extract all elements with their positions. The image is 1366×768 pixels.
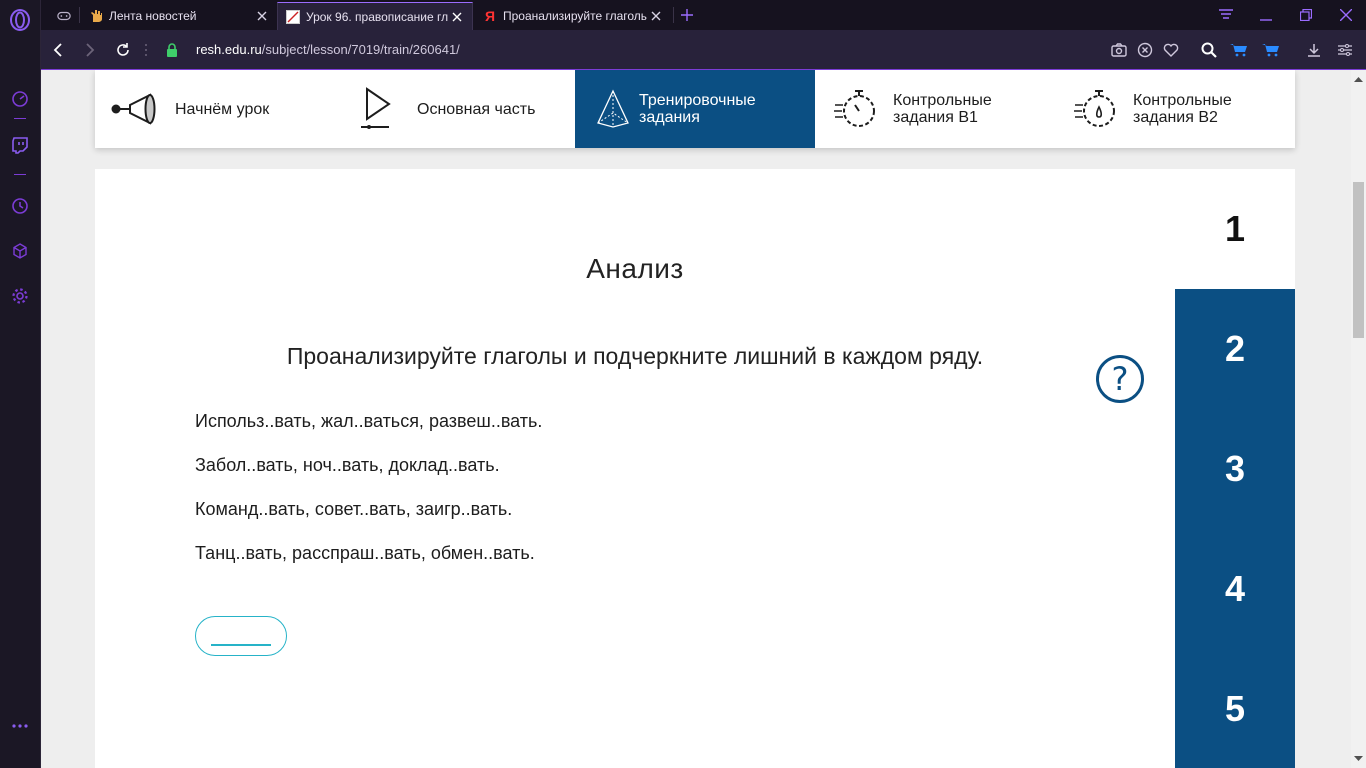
- lesson-nav-label: Контрольные задания В2: [1133, 92, 1232, 126]
- lesson-nav-control-b1[interactable]: Контрольные задания В1: [829, 70, 1059, 148]
- verb-row-1[interactable]: Использ..вать, жал..ваться, развеш..вать…: [195, 411, 542, 432]
- play-video-icon: [353, 87, 405, 131]
- tab-lesson-96[interactable]: Урок 96. правописание гл: [277, 2, 473, 30]
- lesson-nav-label: Начнём урок: [175, 100, 270, 118]
- address-toolbar: resh.edu.ru/subject/lesson/7019/train/26…: [41, 30, 1366, 70]
- scrollbar-thumb[interactable]: [1353, 182, 1364, 338]
- lesson-navigation: Начнём урок Основная часть Тренировочные…: [95, 70, 1295, 148]
- stopwatch-flame-icon: [1069, 87, 1121, 131]
- step-5[interactable]: 5: [1175, 649, 1295, 768]
- heart-bookmark-icon[interactable]: [1161, 40, 1181, 60]
- lesson-favicon-icon: [286, 9, 300, 24]
- settings-gear-icon[interactable]: [8, 284, 32, 308]
- secure-lock-icon[interactable]: [162, 40, 182, 60]
- task-title: Анализ: [586, 253, 684, 284]
- verb-row-3[interactable]: Команд..вать, совет..вать, заигр..вать.: [195, 499, 512, 520]
- scroll-up-arrow-icon[interactable]: [1354, 74, 1363, 83]
- opera-sidebar: [0, 0, 41, 768]
- history-icon[interactable]: [8, 194, 32, 218]
- lesson-nav-start[interactable]: Начнём урок: [111, 70, 335, 148]
- snapshot-camera-icon[interactable]: [1109, 40, 1129, 60]
- search-zoom-icon[interactable]: [1199, 40, 1219, 60]
- task-steps: 1 2 3 4 5: [1175, 169, 1295, 768]
- window-close-icon[interactable]: [1336, 5, 1356, 25]
- news-hand-icon: [89, 9, 103, 23]
- tab-strip: Лента новостей Урок 96. правописание гл …: [41, 0, 1366, 30]
- scroll-down-arrow-icon[interactable]: [1354, 754, 1363, 763]
- tab-title: Урок 96. правописание гл: [306, 9, 449, 24]
- new-tab-plus-icon[interactable]: [677, 5, 697, 25]
- stopwatch-icon: [829, 87, 881, 131]
- tab-yandex-search[interactable]: Я Проанализируйте глаголы: [475, 2, 671, 30]
- page-viewport: Начнём урок Основная часть Тренировочные…: [41, 70, 1351, 768]
- reload-icon[interactable]: [113, 40, 133, 60]
- restore-icon[interactable]: [1296, 5, 1316, 25]
- lesson-nav-label: Основная часть: [417, 100, 536, 118]
- drag-handle-icon: [136, 40, 156, 60]
- megaphone-icon: [111, 87, 163, 131]
- gamepad-icon: [57, 9, 71, 23]
- check-answer-button[interactable]: [195, 616, 287, 656]
- close-icon[interactable]: [450, 10, 464, 24]
- lesson-nav-training[interactable]: Тренировочные задания: [575, 70, 815, 148]
- easy-setup-icon[interactable]: [1335, 40, 1355, 60]
- verb-row-4[interactable]: Танц..вать, расспраш..вать, обмен..вать.: [195, 543, 535, 564]
- tab-title: Лента новостей: [109, 9, 197, 23]
- download-icon[interactable]: [1304, 40, 1324, 60]
- pyramid-icon: [587, 87, 639, 131]
- yandex-icon: Я: [484, 8, 496, 24]
- url-field[interactable]: resh.edu.ru/subject/lesson/7019/train/26…: [196, 42, 460, 57]
- minimize-icon[interactable]: [1256, 5, 1276, 25]
- extensions-cube-icon[interactable]: [8, 239, 32, 263]
- tab-gx-games[interactable]: [49, 2, 79, 30]
- help-question-icon[interactable]: ?: [1096, 355, 1144, 403]
- verb-row-2[interactable]: Забол..вать, ноч..вать, доклад..вать.: [195, 455, 500, 476]
- lesson-nav-main[interactable]: Основная часть: [353, 70, 575, 148]
- ad-block-icon[interactable]: [1135, 40, 1155, 60]
- forward-arrow-icon[interactable]: [80, 40, 100, 60]
- tab-menu-icon[interactable]: [1216, 5, 1236, 25]
- step-4[interactable]: 4: [1175, 529, 1295, 649]
- step-2[interactable]: 2: [1175, 289, 1295, 409]
- cart-extension-icon[interactable]: [1229, 40, 1249, 60]
- lesson-nav-control-b2[interactable]: Контрольные задания В2: [1069, 70, 1295, 148]
- cart-extension-2-icon[interactable]: [1261, 40, 1281, 60]
- task-instruction: Проанализируйте глаголы и подчеркните ли…: [286, 343, 984, 369]
- step-1[interactable]: 1: [1175, 169, 1295, 289]
- url-path: /subject/lesson/7019/train/260641/: [261, 42, 460, 57]
- lesson-nav-label: Тренировочные задания: [639, 92, 756, 126]
- close-icon[interactable]: [255, 9, 269, 23]
- tab-title: Проанализируйте глаголы: [503, 9, 647, 23]
- url-host: resh.edu.ru: [196, 42, 262, 57]
- twitch-icon[interactable]: [8, 133, 32, 157]
- back-arrow-icon[interactable]: [48, 40, 68, 60]
- lesson-nav-label: Контрольные задания В1: [893, 92, 992, 126]
- task-card: Анализ Проанализируйте глаголы и подчерк…: [95, 169, 1295, 768]
- close-icon[interactable]: [649, 9, 663, 23]
- tab-news-feed[interactable]: Лента новостей: [81, 2, 277, 30]
- opera-logo-icon[interactable]: [8, 8, 32, 32]
- page-scrollbar[interactable]: [1351, 70, 1366, 768]
- more-dots-icon[interactable]: [8, 714, 32, 738]
- speed-dial-icon[interactable]: [8, 87, 32, 111]
- step-3[interactable]: 3: [1175, 409, 1295, 529]
